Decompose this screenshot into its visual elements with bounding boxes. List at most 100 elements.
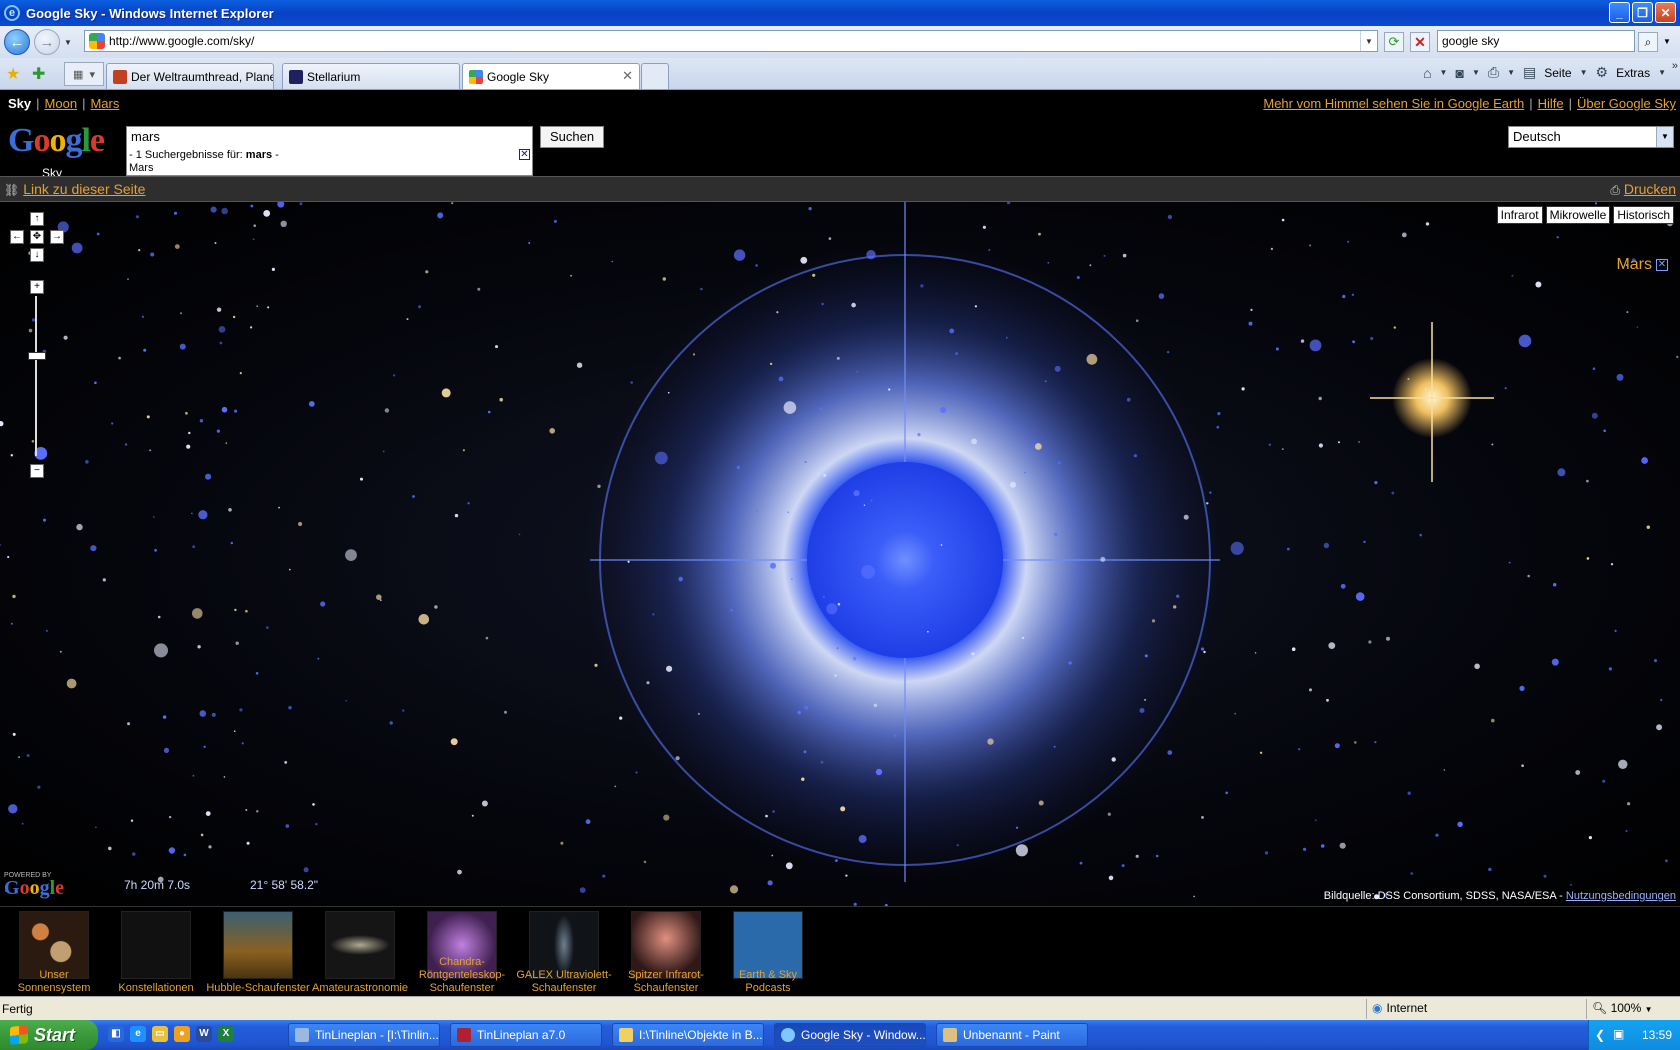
close-suggest-icon[interactable]: ✕ [519, 149, 530, 160]
nav-mars[interactable]: Mars [90, 96, 119, 111]
zoom-slider-thumb[interactable] [28, 352, 46, 360]
gallery-solar-system[interactable]: Unser Sonnensystem [2, 911, 106, 995]
zoom-level[interactable]: 🔍︎ 100% ▼ [1592, 1001, 1653, 1015]
refresh-button[interactable]: ⟳ [1384, 32, 1404, 52]
about-link[interactable]: Über Google Sky [1577, 96, 1676, 111]
gear-icon: ⚙ [1595, 64, 1609, 80]
favorites-star-icon[interactable]: ★ [6, 64, 20, 84]
search-button[interactable]: Suchen [540, 126, 604, 148]
address-dropdown-icon[interactable]: ▼ [1360, 31, 1377, 51]
tray-chevron-icon[interactable]: ❮ [1595, 1028, 1605, 1042]
task-tinlineplan-2[interactable]: TinLineplan a7.0 [450, 1023, 602, 1047]
gallery-spitzer[interactable]: Spitzer Infrarot-Schaufenster [614, 911, 718, 995]
folder-launch-icon[interactable]: ▭ [152, 1026, 168, 1042]
pan-center-icon[interactable]: ✥ [30, 230, 44, 244]
tab-google-sky[interactable]: Google Sky ✕ [462, 63, 640, 89]
excel-launch-icon[interactable]: X [218, 1026, 234, 1042]
taskbar: Start ◧ e ▭ ● W X TinLineplan - [I:\Tinl… [0, 1020, 1680, 1050]
show-desktop-icon[interactable]: ◧ [108, 1026, 124, 1042]
chevron-down-icon[interactable]: ▼ [1472, 68, 1480, 77]
terms-link[interactable]: Nutzungsbedingungen [1566, 890, 1676, 902]
nav-moon[interactable]: Moon [45, 96, 78, 111]
help-link[interactable]: Hilfe [1538, 96, 1564, 111]
amateur-thumb [325, 911, 395, 979]
back-button[interactable]: ← [4, 29, 30, 55]
chevron-down-icon[interactable]: ▼ [1580, 68, 1588, 77]
quick-tabs-button[interactable]: ▦ ▾ [64, 62, 104, 86]
restore-button[interactable]: ❐ [1632, 2, 1653, 23]
task-paint[interactable]: Unbenannt - Paint [936, 1023, 1088, 1047]
more-chevron-icon[interactable]: » [1672, 60, 1678, 72]
sky-search-input[interactable]: mars [126, 126, 533, 148]
search-go-icon[interactable]: ⌕ [1638, 32, 1658, 52]
chevron-down-icon[interactable]: ▼ [1507, 68, 1515, 77]
window-titlebar[interactable]: e Google Sky - Windows Internet Explorer… [0, 0, 1680, 26]
address-input[interactable]: http://www.google.com/sky/ ▼ [84, 30, 1378, 52]
new-tab-button[interactable] [641, 63, 669, 89]
task-google-sky[interactable]: Google Sky - Window... [774, 1023, 926, 1047]
logo-letter: g [65, 122, 82, 159]
network-icon[interactable]: ▣ [1613, 1027, 1624, 1041]
ie-launch-icon[interactable]: e [130, 1026, 146, 1042]
print-link[interactable]: Drucken [1624, 181, 1676, 197]
task-tinlineplan-1[interactable]: TinLineplan - [I:\Tinlin... [288, 1023, 440, 1047]
layer-microwave-button[interactable]: Mikrowelle [1545, 206, 1611, 224]
security-zone[interactable]: ◉ Internet [1372, 1001, 1427, 1015]
search-provider-dropdown-icon[interactable]: ▼ [1660, 32, 1674, 52]
logo-letter: o [33, 122, 50, 159]
google-sky-logo[interactable]: Google Sky [8, 122, 105, 181]
media-launch-icon[interactable]: ● [174, 1026, 190, 1042]
history-dropdown-icon[interactable]: ▼ [64, 38, 76, 47]
gallery-label: Konstellationen [118, 982, 194, 994]
word-launch-icon[interactable]: W [196, 1026, 212, 1042]
print-icon[interactable]: ⎙ [1488, 64, 1499, 81]
language-select[interactable]: Deutsch ▼ [1508, 126, 1674, 148]
pan-left-icon[interactable]: ← [10, 230, 24, 244]
layer-historical-button[interactable]: Historisch [1613, 206, 1674, 224]
minimize-button[interactable]: _ [1609, 2, 1630, 23]
stop-button[interactable]: ✕ [1410, 32, 1430, 52]
start-button[interactable]: Start [0, 1020, 98, 1050]
pan-right-icon[interactable]: → [50, 230, 64, 244]
gallery-amateur[interactable]: Amateurastronomie [308, 911, 412, 995]
link-to-page[interactable]: Link zu dieser Seite [23, 181, 145, 197]
close-tab-icon[interactable]: ✕ [622, 68, 633, 84]
tab-stellarium[interactable]: Stellarium [282, 63, 460, 89]
zoom-in-icon[interactable]: + [30, 280, 44, 294]
close-window-button[interactable]: ✕ [1655, 2, 1676, 23]
tab-weltraumthread[interactable]: Der Weltraumthread, Planet... [106, 63, 274, 89]
chevron-down-icon: ▼ [1644, 1005, 1653, 1014]
layer-infrared-button[interactable]: Infrarot [1496, 206, 1543, 224]
task-explorer[interactable]: I:\Tinline\Objekte in B... [612, 1023, 764, 1047]
feeds-icon[interactable]: ◙ [1455, 65, 1463, 81]
object-label[interactable]: Mars ✕ [1616, 256, 1668, 274]
chevron-down-icon[interactable]: ▼ [1658, 68, 1666, 77]
status-text: Fertig [2, 1002, 33, 1016]
system-tray: ❮ ▣ 13:59 [1588, 1020, 1680, 1050]
gallery-podcasts[interactable]: Earth & Sky Podcasts [716, 911, 820, 995]
pan-up-icon[interactable]: ↑ [30, 212, 44, 226]
suggest-result-mars[interactable]: Mars [129, 162, 153, 174]
gallery-hubble[interactable]: Hubble-Schaufenster [206, 911, 310, 995]
windows-flag-icon [10, 1025, 28, 1045]
page-menu[interactable]: Seite [1544, 66, 1571, 80]
credit-text: Bildquelle: DSS Consortium, SDSS, NASA/E… [1323, 890, 1563, 902]
sky-map[interactable]: ↑ ← ✥ → ↓ + − Infrarot Mikrowelle Histor… [0, 202, 1680, 906]
pan-down-icon[interactable]: ↓ [30, 248, 44, 262]
google-earth-link[interactable]: Mehr vom Himmel sehen Sie in Google Eart… [1263, 96, 1524, 111]
logo-letter: o [49, 122, 66, 159]
browser-search-input[interactable]: google sky [1437, 30, 1635, 52]
ie-icon [781, 1028, 795, 1042]
home-icon[interactable]: ⌂ [1423, 65, 1431, 81]
zoom-slider-track[interactable] [35, 296, 41, 456]
close-object-icon[interactable]: ✕ [1656, 259, 1668, 271]
gallery-chandra[interactable]: Chandra-Röntgenteleskop-Schaufenster [410, 911, 514, 995]
chevron-down-icon: ▾ [89, 68, 95, 81]
add-favorite-icon[interactable]: ✚ [32, 64, 45, 84]
gallery-constellations[interactable]: Konstellationen [104, 911, 208, 995]
zoom-out-icon[interactable]: − [30, 464, 44, 478]
chevron-down-icon[interactable]: ▼ [1440, 68, 1448, 77]
tools-menu[interactable]: Extras [1616, 66, 1650, 80]
forward-button[interactable]: → [34, 29, 60, 55]
gallery-galex[interactable]: GALEX Ultraviolett-Schaufenster [512, 911, 616, 995]
